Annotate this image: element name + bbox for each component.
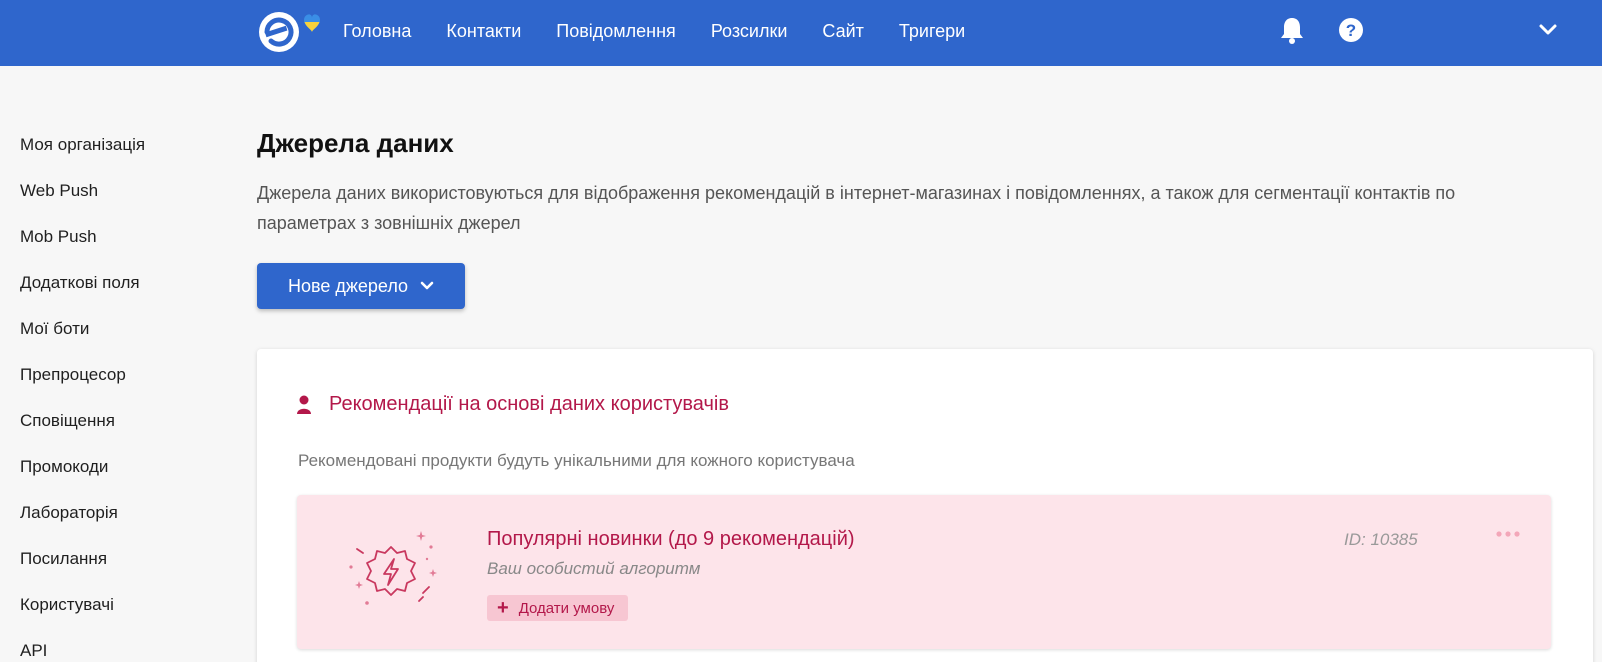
- recommendation-description: Ваш особистий алгоритм: [487, 559, 701, 578]
- recommendation-id: ID: 10385: [1344, 530, 1418, 549]
- new-source-button-label: Нове джерело: [287, 275, 409, 296]
- sidebar-item-web-push[interactable]: Web Push: [20, 180, 230, 226]
- recommendation-title[interactable]: Популярні новинки (до 9 рекомендацій): [487, 528, 855, 551]
- top-navigation-bar: Головна Контакти Повідомлення Розсилки С…: [0, 0, 1602, 66]
- sidebar-item-additional-fields[interactable]: Додаткові поля: [20, 272, 230, 318]
- sidebar-item-my-bots[interactable]: Мої боти: [20, 318, 230, 364]
- add-condition-button[interactable]: + Додати умову: [487, 595, 629, 621]
- chevron-down-icon: [420, 281, 434, 290]
- sidebar-item-mob-push[interactable]: Mob Push: [20, 226, 230, 272]
- section-header: Рекомендації на основі даних користувачі…: [297, 393, 729, 416]
- nav-item-home[interactable]: Головна: [343, 21, 411, 42]
- add-condition-label: Додати умову: [518, 599, 615, 617]
- nav-item-mailings[interactable]: Розсилки: [711, 21, 788, 42]
- sidebar-item-preprocessor[interactable]: Препроцесор: [20, 364, 230, 410]
- more-dots-icon[interactable]: [1495, 529, 1521, 539]
- sidebar-item-promocodes[interactable]: Промокоди: [20, 456, 230, 502]
- plus-icon: +: [497, 597, 509, 619]
- main-nav: Головна Контакти Повідомлення Розсилки С…: [343, 0, 1000, 62]
- bell-icon[interactable]: [1279, 15, 1305, 45]
- nav-item-messages[interactable]: Повідомлення: [556, 21, 676, 42]
- page-description: Джерела даних використовуються для відоб…: [257, 183, 1456, 233]
- sidebar-item-api[interactable]: API: [20, 640, 230, 662]
- section-title: Рекомендації на основі даних користувачі…: [329, 393, 729, 415]
- section-subtitle: Рекомендовані продукти будуть унікальним…: [298, 451, 855, 470]
- page-title: Джерела даних: [257, 128, 454, 158]
- help-icon[interactable]: ?: [1338, 17, 1364, 43]
- nav-item-triggers[interactable]: Тригери: [899, 21, 965, 42]
- chevron-down-icon[interactable]: [1538, 22, 1558, 38]
- sidebar-item-my-organization[interactable]: Моя організація: [20, 134, 230, 180]
- nav-item-site[interactable]: Сайт: [822, 21, 864, 42]
- user-icon: [297, 395, 311, 414]
- sidebar-item-notifications[interactable]: Сповіщення: [20, 410, 230, 456]
- sidebar-item-links[interactable]: Посилання: [20, 548, 230, 594]
- sidebar-item-users[interactable]: Користувачі: [20, 594, 230, 640]
- nav-item-contacts[interactable]: Контакти: [446, 21, 521, 42]
- sidebar-item-laboratory[interactable]: Лабораторія: [20, 502, 230, 548]
- settings-sidebar: Моя організація Web Push Mob Push Додатк…: [20, 134, 230, 662]
- lightning-badge-icon: [349, 531, 437, 605]
- recommendation-item[interactable]: Популярні новинки (до 9 рекомендацій) Ва…: [297, 495, 1551, 649]
- svg-text:?: ?: [1346, 21, 1356, 40]
- logo-icon[interactable]: [258, 8, 326, 54]
- new-source-button[interactable]: Нове джерело: [257, 263, 465, 309]
- user-recommendations-card: Рекомендації на основі даних користувачі…: [257, 349, 1593, 662]
